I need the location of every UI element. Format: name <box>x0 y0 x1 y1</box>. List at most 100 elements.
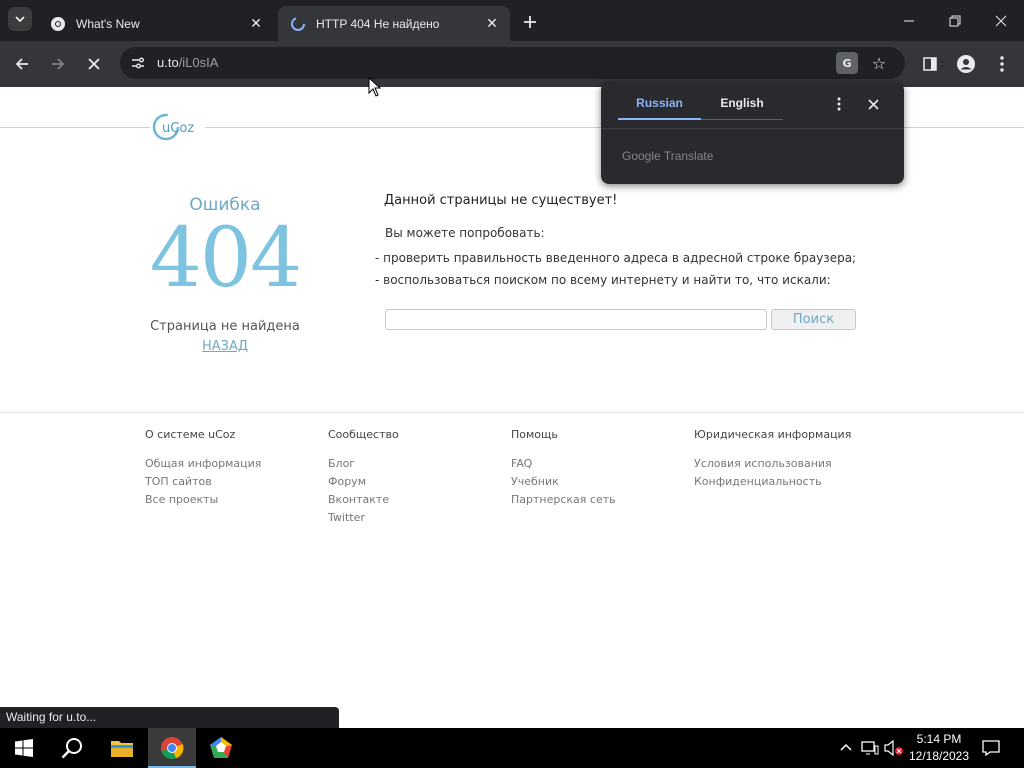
footer-column: Сообщество Блог Форум Вконтакте Twitter <box>328 428 399 529</box>
svg-text:uCoz: uCoz <box>162 121 194 136</box>
footer-link[interactable]: Партнерская сеть <box>511 493 616 511</box>
chevron-up-icon[interactable] <box>836 738 856 758</box>
header-line <box>0 127 150 128</box>
stop-loading-button[interactable] <box>80 50 108 78</box>
search-button[interactable]: Поиск <box>771 309 856 330</box>
footer-link[interactable]: Twitter <box>328 511 399 529</box>
back-link[interactable]: НАЗАД <box>140 339 310 354</box>
restore-icon <box>949 15 961 26</box>
url-host: u.to <box>157 55 179 70</box>
status-bubble: Waiting for u.to... <box>0 707 339 728</box>
bookmark-star-icon[interactable]: ☆ <box>868 52 890 74</box>
google-translate-brand: Google Translate <box>622 149 714 163</box>
chevron-down-icon <box>15 16 25 23</box>
selected-tab-indicator <box>618 118 701 120</box>
arrow-left-icon <box>15 58 28 70</box>
profile-button[interactable] <box>952 50 980 78</box>
error-subtitle: Страница не найдена <box>150 319 300 334</box>
footer-link[interactable]: Все проекты <box>145 493 261 511</box>
close-window-button[interactable] <box>978 0 1024 41</box>
chrome-icon <box>161 737 184 760</box>
tab-title: HTTP 404 Не найдено <box>316 16 440 31</box>
footer-heading: О системе uCoz <box>145 428 236 441</box>
message-title: Данной страницы не существует! <box>384 193 618 208</box>
mouse-cursor-icon <box>368 77 382 97</box>
browser-window: What's New ✕ HTTP 404 Не найдено ✕ u.to/… <box>0 0 1024 728</box>
more-vertical-icon <box>1000 56 1004 72</box>
tab-http-404[interactable]: HTTP 404 Не найдено ✕ <box>278 6 510 41</box>
footer-divider <box>0 412 1024 413</box>
message-try: Вы можете попробовать: <box>385 226 545 240</box>
translate-icon[interactable]: G <box>836 52 858 74</box>
close-icon <box>995 15 1007 26</box>
footer-link[interactable]: ТОП сайтов <box>145 475 261 493</box>
translate-label: G <box>842 56 852 70</box>
notifications-icon[interactable] <box>981 738 1001 758</box>
minimize-button[interactable] <box>886 0 932 41</box>
forward-button[interactable] <box>44 50 72 78</box>
app-taskbar-button[interactable] <box>197 728 245 768</box>
loading-icon <box>290 16 306 32</box>
translate-popup: Russian English Google Translate <box>601 82 904 184</box>
suggestion-item: - проверить правильность введенного адре… <box>375 251 857 265</box>
chrome-icon <box>50 16 66 32</box>
file-explorer-button[interactable] <box>98 728 146 768</box>
close-icon <box>867 98 879 110</box>
side-panel-icon <box>923 57 937 71</box>
divider <box>601 128 904 129</box>
close-icon[interactable]: ✕ <box>482 14 502 34</box>
start-button[interactable] <box>0 728 48 768</box>
more-vertical-icon <box>837 97 841 111</box>
address-bar[interactable]: u.to/iL0sIA G ☆ <box>120 47 905 79</box>
restore-button[interactable] <box>932 0 978 41</box>
footer-link[interactable]: Условия использования <box>694 457 851 475</box>
footer-link[interactable]: FAQ <box>511 457 616 475</box>
system-clock[interactable]: 5:14 PM 12/18/2023 <box>906 731 972 765</box>
back-button[interactable] <box>8 50 36 78</box>
footer-column: Помощь FAQ Учебник Партнерская сеть <box>511 428 616 511</box>
footer-link[interactable]: Вконтакте <box>328 493 399 511</box>
folder-icon <box>111 741 133 757</box>
volume-muted-icon[interactable] <box>884 738 904 758</box>
tab-indicator <box>701 119 783 120</box>
tab-whats-new[interactable]: What's New ✕ <box>38 6 274 41</box>
footer-heading: Помощь <box>511 428 558 441</box>
clock-time: 5:14 PM <box>916 732 962 746</box>
footer-link[interactable]: Блог <box>328 457 399 475</box>
clock-date: 12/18/2023 <box>908 749 970 763</box>
windows-icon <box>15 739 33 757</box>
arrow-right-icon <box>52 58 65 70</box>
menu-button[interactable] <box>988 50 1016 78</box>
footer-link[interactable]: Форум <box>328 475 399 493</box>
tab-title: What's New <box>76 16 140 31</box>
search-icon <box>61 738 82 759</box>
footer-heading: Сообщество <box>328 428 399 441</box>
chrome-taskbar-button[interactable] <box>148 728 196 768</box>
ucoz-logo[interactable]: uCoz <box>152 112 200 142</box>
side-panel-button[interactable] <box>916 50 944 78</box>
suggestion-item: - воспользоваться поиском по всему интер… <box>375 273 831 287</box>
tab-search-button[interactable] <box>8 7 32 31</box>
close-popup-button[interactable] <box>863 94 883 114</box>
tab-language-target[interactable]: English <box>701 96 783 110</box>
error-code: 404 <box>149 211 303 306</box>
footer-link[interactable]: Учебник <box>511 475 616 493</box>
tab-strip: What's New ✕ HTTP 404 Не найдено ✕ <box>0 0 1024 41</box>
more-options-button[interactable] <box>829 94 849 114</box>
tab-language-source[interactable]: Russian <box>618 96 701 110</box>
search-button[interactable] <box>48 728 96 768</box>
footer-column: О системе uCoz Общая информация ТОП сайт… <box>145 428 261 511</box>
colorful-app-icon <box>210 737 232 758</box>
search-input[interactable] <box>385 309 767 330</box>
new-tab-button[interactable] <box>518 10 542 34</box>
avatar-icon <box>957 55 975 73</box>
network-icon[interactable] <box>860 738 880 758</box>
site-info-icon[interactable] <box>128 53 148 73</box>
footer-link[interactable]: Конфиденциальность <box>694 475 851 493</box>
toolbar: u.to/iL0sIA G ☆ <box>0 41 1024 87</box>
close-icon <box>88 58 100 70</box>
close-icon[interactable]: ✕ <box>246 14 266 34</box>
footer-link[interactable]: Общая информация <box>145 457 261 475</box>
footer-heading: Юридическая информация <box>694 428 852 441</box>
footer-column: Юридическая информация Условия использов… <box>694 428 851 493</box>
